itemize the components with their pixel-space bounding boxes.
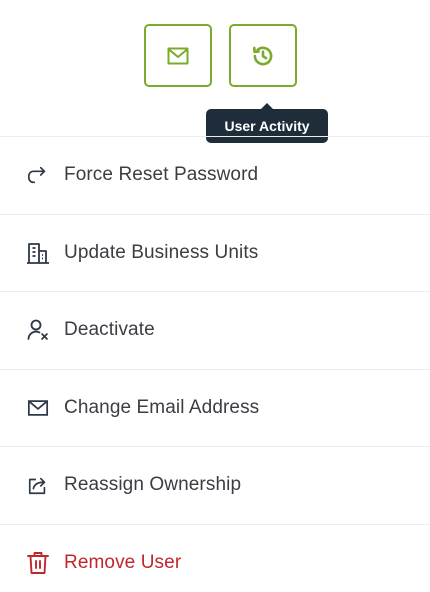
user-actions-panel: User Activity Force Reset Password Updat… xyxy=(0,0,430,592)
menu-item-label: Remove User xyxy=(64,551,182,573)
tooltip-text: User Activity xyxy=(224,118,310,134)
remove-user-item[interactable]: Remove User xyxy=(0,523,430,592)
history-icon xyxy=(253,46,273,65)
menu-item-label: Reassign Ownership xyxy=(64,474,242,496)
email-button[interactable] xyxy=(144,24,212,87)
envelope-icon xyxy=(167,47,189,64)
user-activity-button[interactable] xyxy=(229,24,297,87)
trash-icon xyxy=(26,551,50,575)
tooltip-arrow xyxy=(261,103,273,109)
deactivate-item[interactable]: Deactivate xyxy=(0,291,430,369)
menu-item-label: Deactivate xyxy=(64,319,155,341)
menu-item-label: Force Reset Password xyxy=(64,164,259,186)
user-x-icon xyxy=(26,318,50,342)
top-action-bar xyxy=(144,24,297,87)
share-icon xyxy=(26,473,50,497)
menu-item-label: Update Business Units xyxy=(64,241,259,263)
menu-item-label: Change Email Address xyxy=(64,396,260,418)
envelope-icon xyxy=(26,396,50,420)
reassign-ownership-item[interactable]: Reassign Ownership xyxy=(0,446,430,524)
update-business-units-item[interactable]: Update Business Units xyxy=(0,213,430,292)
force-reset-password-item[interactable]: Force Reset Password xyxy=(0,136,430,214)
redo-arrow-icon xyxy=(26,163,50,187)
change-email-address-item[interactable]: Change Email Address xyxy=(0,368,430,447)
user-actions-menu: Force Reset Password Update Business Uni… xyxy=(0,136,430,592)
building-icon xyxy=(26,241,50,265)
